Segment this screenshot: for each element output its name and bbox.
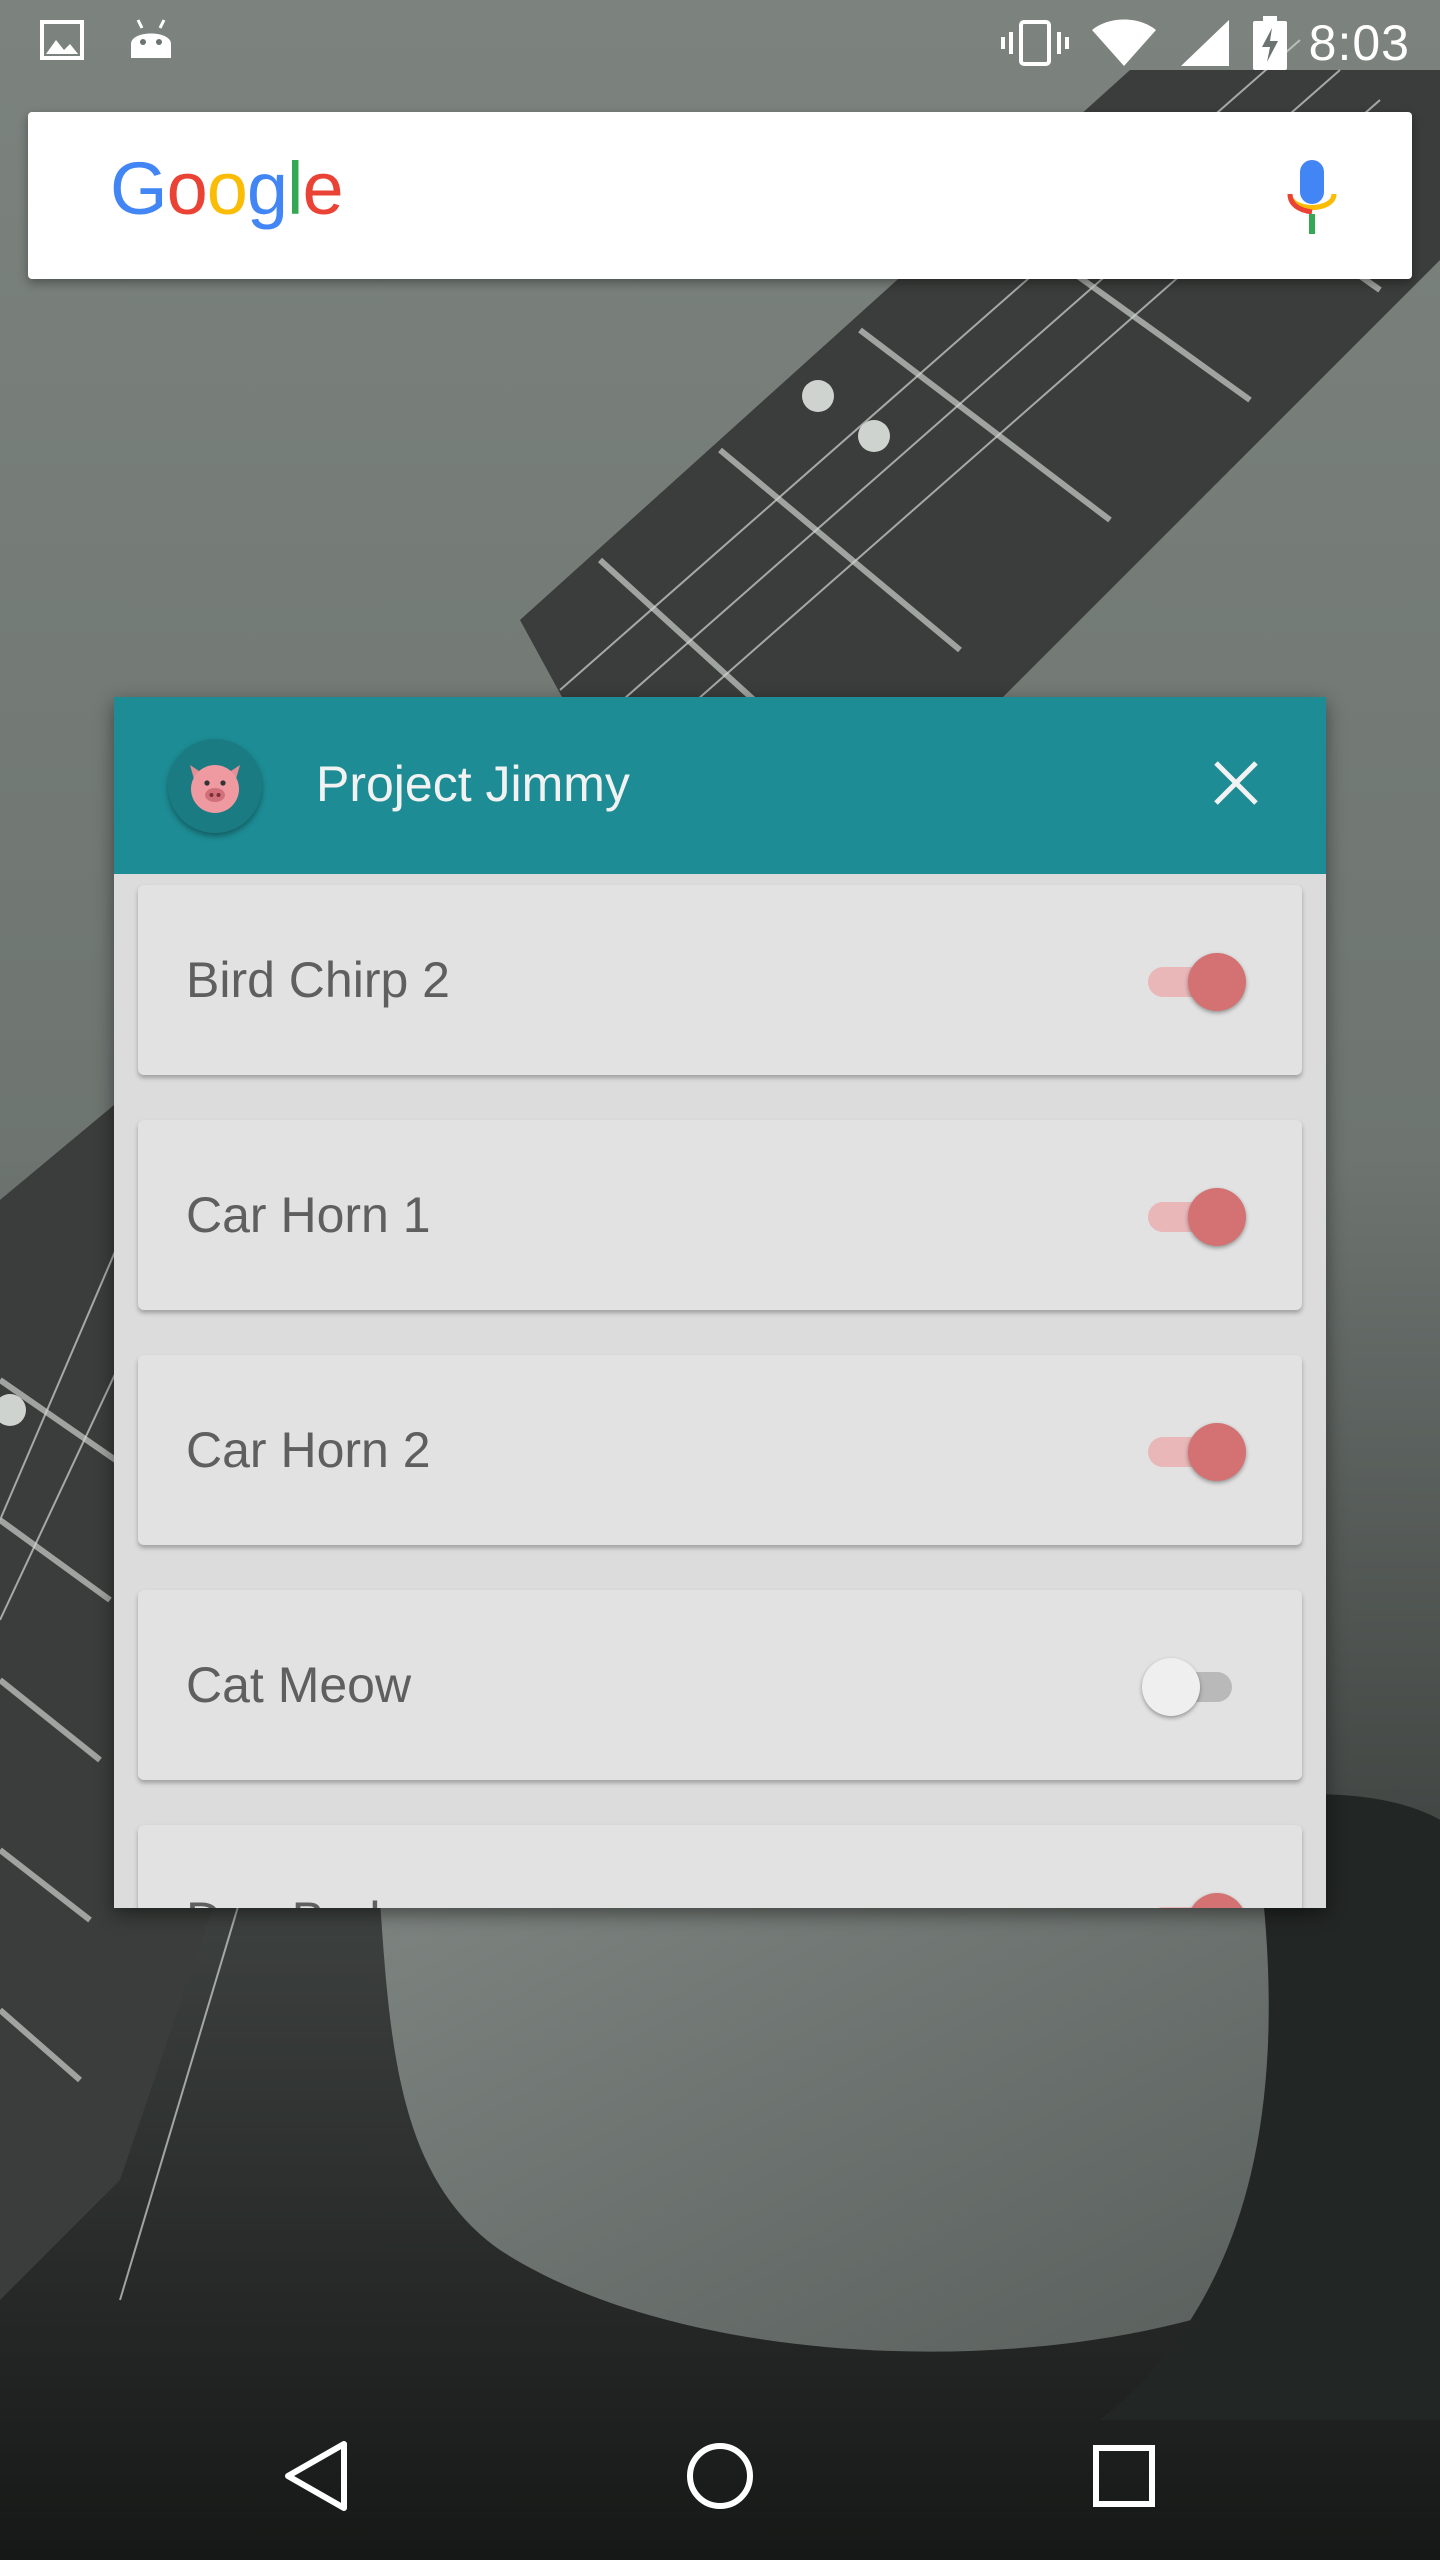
sound-label: Car Horn 1 [186,1187,431,1243]
project-jimmy-widget: Project Jimmy Bird Chirp 2 Car Horn 1 Ca… [114,697,1326,1908]
list-item[interactable]: Car Horn 2 [138,1355,1302,1545]
status-bar: 8:03 [0,0,1440,84]
logo-letter: o [166,147,208,230]
android-icon [131,19,171,58]
battery-charging-icon [1252,16,1287,70]
sound-label: Bird Chirp 2 [186,952,450,1008]
logo-letter: G [110,147,168,230]
widget-title: Project Jimmy [316,756,630,812]
home-icon[interactable] [670,2426,770,2526]
logo-letter: e [302,147,343,230]
toggle-switch[interactable] [1142,1650,1246,1720]
list-item[interactable]: Cat Meow [138,1590,1302,1780]
toggle-switch[interactable] [1142,1415,1246,1485]
close-icon[interactable] [1200,747,1272,819]
mic-icon[interactable] [1282,158,1342,238]
toggle-switch[interactable] [1142,1885,1246,1908]
sound-label: Cat Meow [186,1657,412,1713]
google-logo: Google [110,152,344,226]
sound-label: Dog Bark [186,1891,394,1908]
image-icon [40,20,84,60]
status-time: 8:03 [1308,15,1410,71]
logo-letter: g [246,147,288,230]
toggle-switch[interactable] [1142,1180,1246,1250]
list-item[interactable]: Dog Bark [138,1825,1302,1908]
pig-icon [168,739,262,833]
widget-header: Project Jimmy [114,697,1326,874]
back-icon[interactable] [266,2426,366,2526]
google-search-bar[interactable]: Google [28,112,1412,279]
list-item[interactable]: Bird Chirp 2 [138,885,1302,1075]
sound-label: Car Horn 2 [186,1422,431,1478]
logo-letter: l [287,147,303,230]
list-item[interactable]: Car Horn 1 [138,1120,1302,1310]
cell-signal-icon [1180,20,1229,66]
toggle-switch[interactable] [1142,945,1246,1015]
navigation-bar [0,2392,1440,2560]
wifi-icon [1091,19,1156,66]
logo-letter: o [206,147,248,230]
vibrate-icon [1000,20,1069,66]
recents-icon[interactable] [1074,2426,1174,2526]
